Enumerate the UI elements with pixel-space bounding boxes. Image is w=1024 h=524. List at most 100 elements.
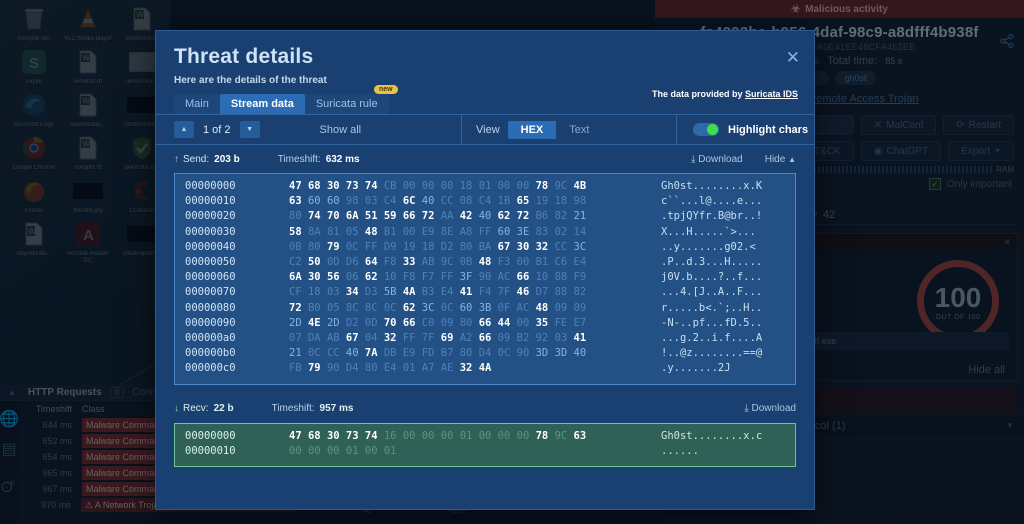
hex-byte: 33 — [397, 256, 416, 268]
tab-main[interactable]: Main — [174, 94, 220, 114]
hex-byte: 00 — [397, 226, 416, 238]
hex-byte: E4 — [378, 362, 397, 374]
hex-byte: 21 — [567, 210, 586, 222]
hex-byte: 0B — [289, 241, 302, 253]
hex-byte: CB — [378, 180, 397, 192]
hex-byte: 62 — [359, 271, 378, 283]
hex-byte: 70 — [321, 210, 340, 222]
hex-byte: 7F — [415, 332, 434, 344]
hex-byte: 00 — [434, 180, 453, 192]
hex-byte: 9C — [548, 180, 567, 192]
send-download-button[interactable]: ⤓ Download — [691, 154, 743, 165]
hex-row: 000000606A 30 56 06 62 10 F8 F7 FF 3F 90… — [185, 270, 785, 285]
hex-row: 0000000047 68 30 73 74 CB 00 00 00 18 01… — [185, 179, 785, 194]
hex-byte: 8E — [434, 226, 453, 238]
hex-byte: 01 — [397, 362, 416, 374]
hex-byte: 10 — [378, 271, 397, 283]
hex-byte: 03 — [321, 286, 340, 298]
hex-byte: 51 — [359, 210, 378, 222]
recv-size: 22 b — [214, 403, 234, 414]
view-label: View — [476, 124, 500, 136]
hex-offset: 000000a0 — [185, 331, 289, 346]
recv-label: Recv: — [183, 403, 209, 414]
hex-bytes: CF 18 03 34 D3 5B 4A B3 E4 41 F4 7F 46 D… — [289, 285, 619, 300]
hex-byte: 1B — [491, 195, 510, 207]
hex-byte: C0 — [415, 317, 434, 329]
hex-byte: 80 — [289, 210, 302, 222]
hex-byte: FB — [289, 362, 302, 374]
hex-byte: 88 — [548, 271, 567, 283]
tab-stream-data[interactable]: Stream data — [220, 94, 305, 114]
hex-ascii: !..@z........==@ — [619, 346, 762, 361]
hex-byte: F8 — [378, 256, 397, 268]
hex-byte: DA — [302, 332, 321, 344]
stream-controls: ▲ 1 of 2 ▼ Show all View HEX Text Highli… — [156, 115, 814, 145]
hex-byte: BA — [472, 241, 491, 253]
show-all-button[interactable]: Show all — [320, 124, 362, 136]
hex-byte: 3C — [567, 241, 586, 253]
recv-hex-dump[interactable]: 0000000047 68 30 73 74 16 00 00 00 01 00… — [174, 423, 796, 467]
hex-ascii: .P..d.3...H..... — [619, 255, 762, 270]
view-mode-hex[interactable]: HEX — [508, 121, 557, 139]
hex-byte: 00 — [491, 180, 510, 192]
hex-byte: 79 — [302, 362, 321, 374]
hex-byte: 01 — [472, 180, 491, 192]
hex-byte: 47 — [289, 430, 302, 442]
modal-body: ↑ Send: 203 b Timeshift: 632 ms ⤓ Downlo… — [156, 145, 814, 509]
hex-offset: 00000000 — [185, 429, 289, 444]
hex-byte: 32 — [378, 332, 397, 344]
hex-byte: 40 — [340, 347, 359, 359]
highlight-chars-group[interactable]: Highlight chars — [676, 115, 808, 145]
hex-byte: B0 — [302, 302, 321, 314]
hex-byte: 78 — [529, 180, 548, 192]
hex-byte: 73 — [340, 430, 359, 442]
hex-bytes: 58 8A 81 05 48 B1 00 E9 8E A8 FF 60 3E 8… — [289, 225, 619, 240]
send-hex-dump[interactable]: 0000000047 68 30 73 74 CB 00 00 00 18 01… — [174, 173, 796, 385]
hex-byte: 09 — [434, 317, 453, 329]
hex-offset: 00000070 — [185, 285, 289, 300]
hex-byte: 69 — [434, 332, 453, 344]
hex-bytes: 0B 80 79 0C FF D9 19 18 D2 80 BA 67 30 3… — [289, 240, 619, 255]
hex-byte: 00 — [472, 430, 491, 442]
hex-byte: 82 — [548, 210, 567, 222]
send-hide-button[interactable]: Hide ▲ — [765, 154, 796, 165]
hex-row: 00000050C2 50 0D D6 64 F8 33 AB 9C 0B 48… — [185, 255, 785, 270]
hex-byte: E4 — [434, 286, 453, 298]
hex-byte: 47 — [289, 180, 302, 192]
recv-timeshift-label: Timeshift: — [272, 403, 315, 414]
hex-byte: 02 — [548, 226, 567, 238]
hex-byte: 6A — [289, 271, 302, 283]
recv-download-button[interactable]: ⤓ Download — [744, 403, 796, 414]
hex-byte: 48 — [472, 256, 491, 268]
new-badge: new — [374, 85, 398, 94]
highlight-chars-toggle[interactable] — [693, 123, 719, 136]
hex-row: 0000000047 68 30 73 74 16 00 00 00 01 00… — [185, 429, 785, 444]
hex-byte: D2 — [340, 317, 359, 329]
hex-ascii: Gh0st........x.K — [619, 179, 762, 194]
hex-byte: 90 — [472, 271, 491, 283]
hex-bytes: 2D 4E 2D D2 0D 70 66 C0 09 80 66 44 00 3… — [289, 316, 619, 331]
download-icon: ⤓ — [691, 154, 695, 165]
hex-byte: 14 — [567, 226, 586, 238]
hex-bytes: 63 60 60 98 03 C4 6C 40 CC 08 C4 1B 65 1… — [289, 194, 619, 209]
hex-byte: 09 — [567, 302, 586, 314]
hex-byte: 0C — [340, 241, 359, 253]
next-stream-button[interactable]: ▼ — [240, 121, 260, 138]
hex-byte: 66 — [397, 210, 416, 222]
send-stream-header: ↑ Send: 203 b Timeshift: 632 ms ⤓ Downlo… — [174, 145, 796, 173]
close-icon[interactable]: ✕ — [786, 49, 800, 66]
prev-stream-button[interactable]: ▲ — [174, 121, 194, 138]
hex-byte: 3F — [453, 271, 472, 283]
tab-stream-data-label: Stream data — [231, 98, 294, 110]
hex-byte: 60 — [453, 302, 472, 314]
tab-suricata-rule[interactable]: Suricata rule new — [305, 94, 389, 114]
hex-row: 0000002080 74 70 6A 51 59 66 72 AA 42 40… — [185, 209, 785, 224]
hex-bytes: FB 79 90 D4 80 E4 01 A7 AE 32 4A — [289, 361, 619, 376]
view-mode-group: View HEX Text — [461, 115, 660, 145]
hex-byte: 63 — [289, 195, 302, 207]
hex-byte: 82 — [567, 286, 586, 298]
view-mode-text[interactable]: Text — [556, 121, 660, 139]
hex-byte: 3E — [510, 226, 529, 238]
hex-offset: 00000090 — [185, 316, 289, 331]
hex-byte: 74 — [302, 210, 321, 222]
